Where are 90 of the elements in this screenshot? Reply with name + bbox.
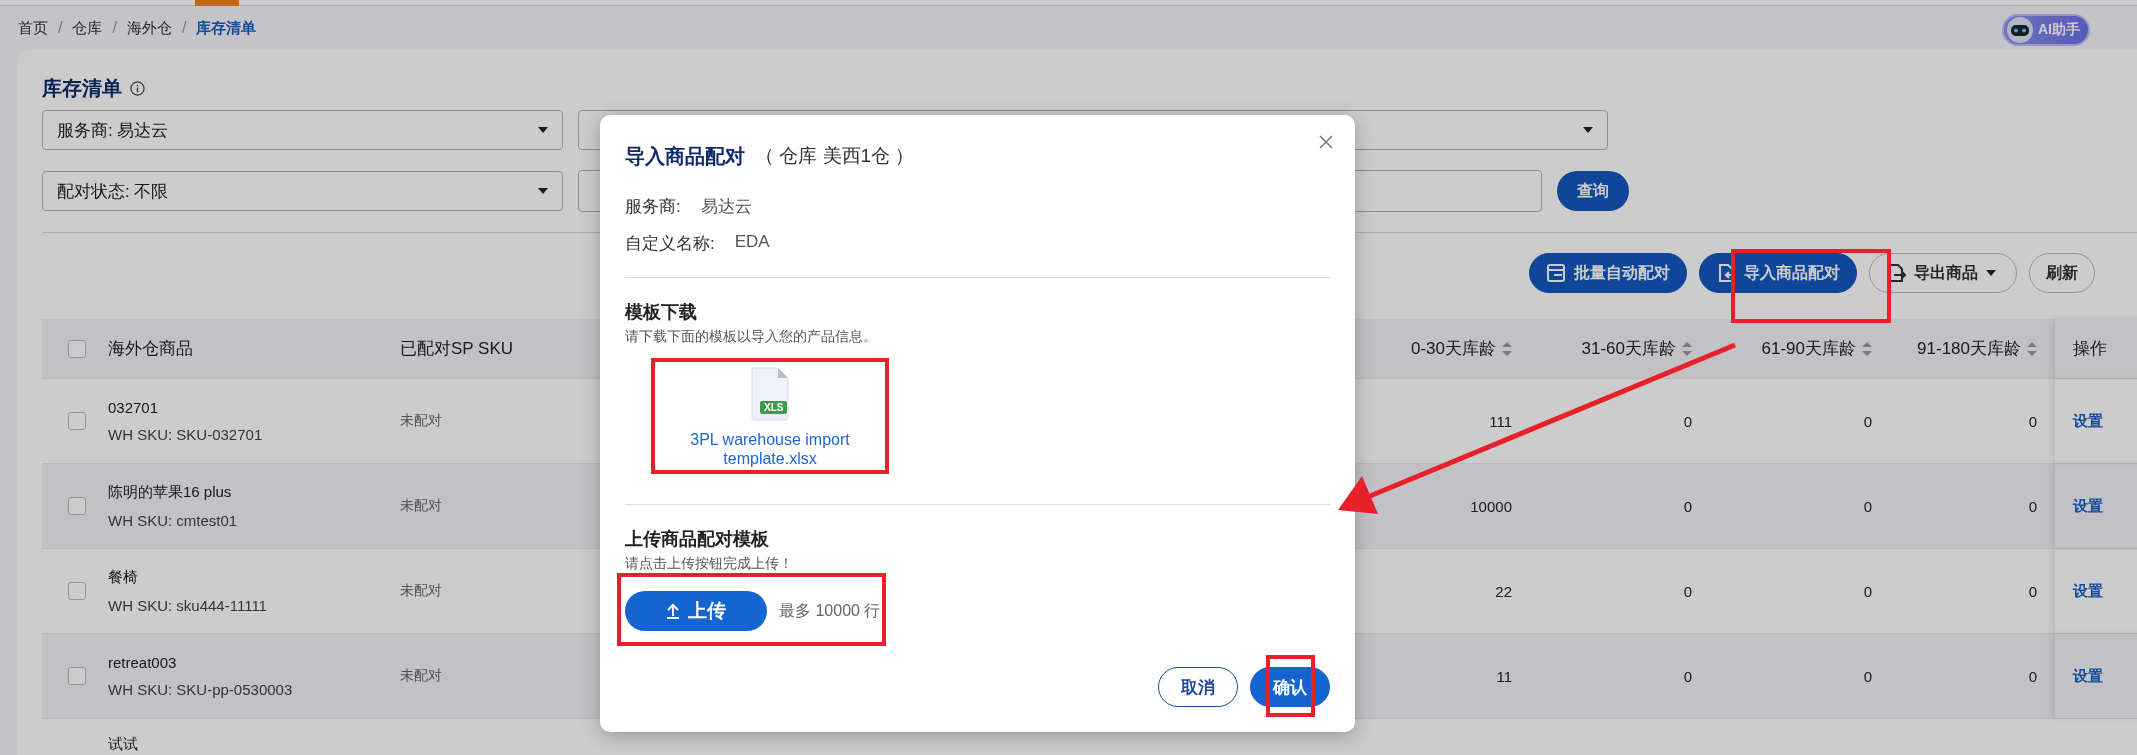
- section-hint: 请下载下面的模板以导入您的产品信息。: [625, 328, 878, 346]
- breadcrumb-link[interactable]: 仓库: [72, 18, 103, 38]
- section-heading: 模板下载: [625, 301, 698, 324]
- product-name: 试试: [108, 735, 139, 754]
- column-header: 已配对SP SKU: [400, 338, 515, 360]
- table-cell-text: 0: [1862, 497, 1873, 515]
- set-pairing-link[interactable]: 设置: [2073, 496, 2103, 516]
- upload-button[interactable]: 上传: [625, 591, 767, 631]
- sort-icon[interactable]: [1502, 341, 1512, 356]
- table-cell-text: 0: [1682, 497, 1693, 515]
- wh-sku: WH SKU: cmtest01: [108, 512, 239, 529]
- wh-sku: WH SKU: sku444-11111: [108, 597, 268, 614]
- toolbar-button[interactable]: 导入商品配对: [1699, 253, 1857, 293]
- upload-icon: [666, 603, 680, 619]
- info-icon[interactable]: [130, 80, 145, 96]
- field-label: 服务商:: [625, 196, 681, 218]
- table-cell-text: 0: [1682, 412, 1693, 430]
- product-name: 陈明的苹果16 plus: [108, 483, 233, 502]
- column-header: 操作: [2073, 338, 2107, 360]
- caret-icon: [1583, 127, 1593, 133]
- set-pairing-link[interactable]: 设置: [2073, 411, 2103, 431]
- toolbar-button[interactable]: 刷新: [2029, 253, 2095, 293]
- table-cell-text: 11: [1495, 667, 1513, 685]
- table-cell-text: 0: [1682, 667, 1693, 685]
- page-title: 库存清单: [42, 75, 122, 101]
- pairing-status: 未配对: [400, 497, 443, 515]
- field-value: EDA: [734, 232, 770, 253]
- breadcrumb-separator: /: [112, 19, 117, 37]
- column-header[interactable]: 0-30天库龄: [1350, 337, 1530, 360]
- file-type-badge: XLS: [760, 401, 788, 414]
- table-cell-text: 10000: [1469, 497, 1513, 515]
- sort-icon[interactable]: [2027, 341, 2037, 356]
- confirm-button[interactable]: 确认: [1250, 667, 1330, 707]
- section-hint: 请点击上传按钮完成上传！: [625, 555, 794, 573]
- table-cell-text: 0: [1862, 412, 1873, 430]
- toolbar-button[interactable]: 导出商品: [1869, 253, 2017, 293]
- pairing-status: 未配对: [400, 412, 443, 430]
- checkbox[interactable]: [68, 497, 86, 515]
- pairing-status: 未配对: [400, 667, 443, 685]
- caret-icon: [1986, 270, 1996, 276]
- table-cell-text: 0: [1862, 667, 1873, 685]
- table-cell-text: 0: [2027, 582, 2038, 600]
- table-cell-text: 0: [2027, 412, 2038, 430]
- section-heading: 上传商品配对模板: [625, 528, 770, 551]
- breadcrumb-link[interactable]: 库存清单: [196, 18, 257, 38]
- upload-limit: 最多 10000 行: [779, 600, 881, 621]
- wh-sku: WH SKU: SKU-pp-0530003: [108, 681, 294, 698]
- column-header[interactable]: 61-90天库龄: [1710, 337, 1890, 360]
- pairing-status: 未配对: [400, 582, 443, 600]
- checkbox[interactable]: [68, 667, 86, 685]
- column-header: 海外仓商品: [107, 338, 194, 360]
- checkbox[interactable]: [68, 339, 86, 358]
- sort-icon[interactable]: [1682, 341, 1692, 356]
- product-name: 032701: [108, 399, 160, 416]
- toolbar-button[interactable]: 批量自动配对: [1529, 253, 1687, 293]
- checkbox[interactable]: [68, 412, 86, 430]
- table-cell-text: 22: [1494, 582, 1513, 600]
- sort-icon[interactable]: [1862, 341, 1872, 356]
- column-header[interactable]: 91-180天库龄: [1890, 337, 2055, 360]
- close-icon: [1319, 135, 1333, 149]
- filter-select[interactable]: 配对状态: 不限: [42, 171, 563, 211]
- table-cell-text: 0: [1682, 582, 1693, 600]
- highlight-box: [1266, 655, 1315, 717]
- breadcrumb-link[interactable]: 海外仓: [126, 18, 172, 38]
- checkbox[interactable]: [68, 582, 86, 600]
- breadcrumb-separator: /: [58, 19, 63, 37]
- breadcrumb-separator: /: [181, 19, 187, 37]
- table-cell-text: 0: [2027, 497, 2038, 515]
- table-cell-text: 111: [1488, 412, 1513, 430]
- filter-select[interactable]: 服务商: 易达云: [42, 110, 563, 150]
- caret-icon: [538, 127, 548, 133]
- wh-sku: WH SKU: SKU-032701: [108, 426, 264, 443]
- caret-icon: [538, 188, 548, 194]
- dialog-title: 导入商品配对: [625, 143, 745, 169]
- field-label: 自定义名称:: [625, 233, 715, 255]
- field-value: 易达云: [700, 196, 752, 218]
- set-pairing-link[interactable]: 设置: [2073, 666, 2103, 686]
- table-grid-icon: [1546, 263, 1566, 283]
- set-pairing-link[interactable]: 设置: [2073, 581, 2103, 601]
- product-name: retreat003: [108, 654, 178, 671]
- query-button[interactable]: 查询: [1557, 171, 1629, 211]
- breadcrumb-link[interactable]: 首页: [18, 18, 48, 38]
- dialog-subtitle: （ 仓库 美西1仓 ）: [755, 144, 915, 168]
- product-name: 餐椅: [108, 568, 139, 587]
- template-download-link[interactable]: 3PL warehouse import template.xlsx: [660, 430, 880, 468]
- column-header[interactable]: 31-60天库龄: [1530, 337, 1710, 360]
- table-cell-text: 0: [2027, 667, 2038, 685]
- table-cell-text: 0: [1862, 582, 1873, 600]
- robot-avatar-icon: [2006, 16, 2034, 44]
- cancel-button[interactable]: 取消: [1158, 667, 1238, 707]
